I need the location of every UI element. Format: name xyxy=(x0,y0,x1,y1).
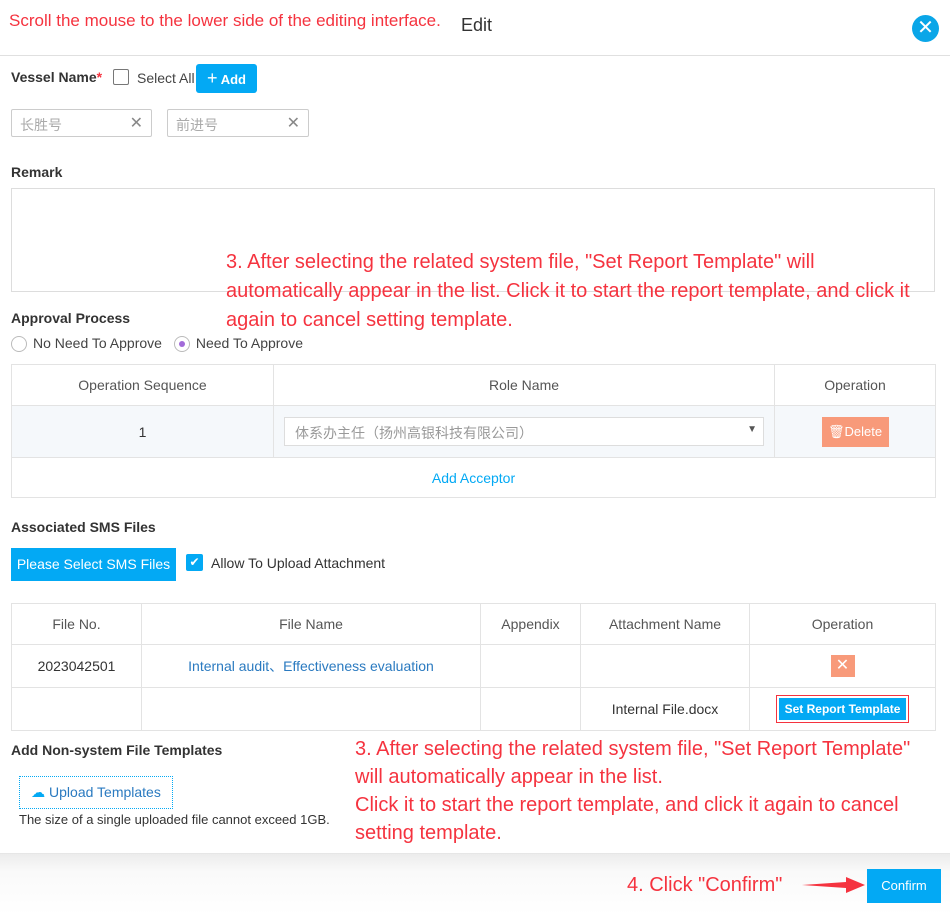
vessel-tag[interactable]: 前进号 ✕ xyxy=(167,109,309,137)
radio-no-need[interactable]: No Need To Approve xyxy=(11,335,162,353)
file-no-cell: 2023042501 xyxy=(11,644,142,688)
trash-icon: 🗑 xyxy=(827,423,845,439)
upload-templates-button[interactable]: ☁ Upload Templates xyxy=(19,776,173,809)
non-system-templates-label: Add Non-system File Templates xyxy=(11,742,223,758)
table-row: 1 体系办主任（扬州高银科技有限公司） ▼ 🗑Delete xyxy=(11,405,936,458)
allow-upload-checkbox[interactable]: ✔ xyxy=(186,554,203,571)
instruction-annotation: Scroll the mouse to the lower side of th… xyxy=(9,11,441,30)
sms-files-table: File No. File Name Appendix Attachment Name… xyxy=(11,603,936,731)
file-name-cell xyxy=(141,687,481,731)
appendix-cell xyxy=(480,644,581,688)
table-row: 2023042501 Internal audit、Effectiveness … xyxy=(11,644,936,688)
col-header: Role Name xyxy=(273,364,775,406)
col-header: Attachment Name xyxy=(580,603,750,645)
delete-button[interactable]: 🗑Delete xyxy=(821,416,889,447)
attachment-cell: Internal File.docx xyxy=(580,687,750,731)
upload-size-hint: The size of a single uploaded file canno… xyxy=(19,812,330,827)
header-divider xyxy=(0,55,950,56)
remark-label: Remark xyxy=(11,164,63,180)
annotation-step3-top: 3. After selecting the related system fi… xyxy=(226,251,910,331)
file-name-link[interactable]: Internal audit、Effectiveness evaluation xyxy=(188,658,434,674)
col-header: Appendix xyxy=(480,603,581,645)
select-all-label: Select All xyxy=(137,70,195,86)
col-header: File Name xyxy=(141,603,481,645)
col-header: Operation xyxy=(749,603,936,645)
remove-icon[interactable]: ✕ xyxy=(130,113,143,133)
vessel-name-label: Vessel Name* xyxy=(11,69,103,85)
dropdown-arrow-icon: ▼ xyxy=(747,424,757,435)
arrow-icon xyxy=(802,877,865,893)
remove-icon[interactable]: ✕ xyxy=(287,113,300,133)
allow-upload-label: Allow To Upload Attachment xyxy=(211,555,386,571)
dialog-title: Edit xyxy=(461,15,493,35)
sequence-cell: 1 xyxy=(11,405,274,458)
attachment-cell xyxy=(580,644,750,688)
add-vessel-button[interactable]: + Add xyxy=(196,64,257,93)
file-no-cell xyxy=(11,687,142,731)
set-report-template-button[interactable]: Set Report Template xyxy=(778,698,907,720)
col-header: Operation Sequence xyxy=(11,364,274,406)
role-select[interactable]: 体系办主任（扬州高银科技有限公司） ▼ xyxy=(284,417,764,446)
plus-icon: + xyxy=(207,68,218,88)
confirm-button[interactable]: Confirm xyxy=(867,869,941,903)
approval-table: Operation Sequence Role Name Operation 1 体… xyxy=(11,364,936,498)
annotation-step3-bottom: 3. After selecting the related system fi… xyxy=(355,738,911,844)
vessel-tag[interactable]: 长胜号 ✕ xyxy=(11,109,152,137)
appendix-cell xyxy=(480,687,581,731)
col-header: Operation xyxy=(774,364,936,406)
annotation-step4: 4. Click "Confirm" xyxy=(627,874,783,896)
cloud-upload-icon: ☁ xyxy=(31,784,46,800)
add-acceptor-link[interactable]: Add Acceptor xyxy=(432,470,515,486)
remove-file-icon[interactable]: ✕ xyxy=(830,655,855,677)
associated-sms-label: Associated SMS Files xyxy=(11,519,156,535)
col-header: File No. xyxy=(11,603,142,645)
select-all-checkbox[interactable] xyxy=(113,69,129,85)
approval-radio-group: No Need To Approve Need To Approve xyxy=(11,335,303,353)
table-row: Internal File.docx Set Report Template xyxy=(11,687,936,731)
radio-need[interactable]: Need To Approve xyxy=(173,335,303,353)
close-icon[interactable]: ✕ xyxy=(912,15,939,42)
select-sms-files-button[interactable]: Please Select SMS Files xyxy=(11,548,176,581)
approval-process-label: Approval Process xyxy=(11,310,131,326)
